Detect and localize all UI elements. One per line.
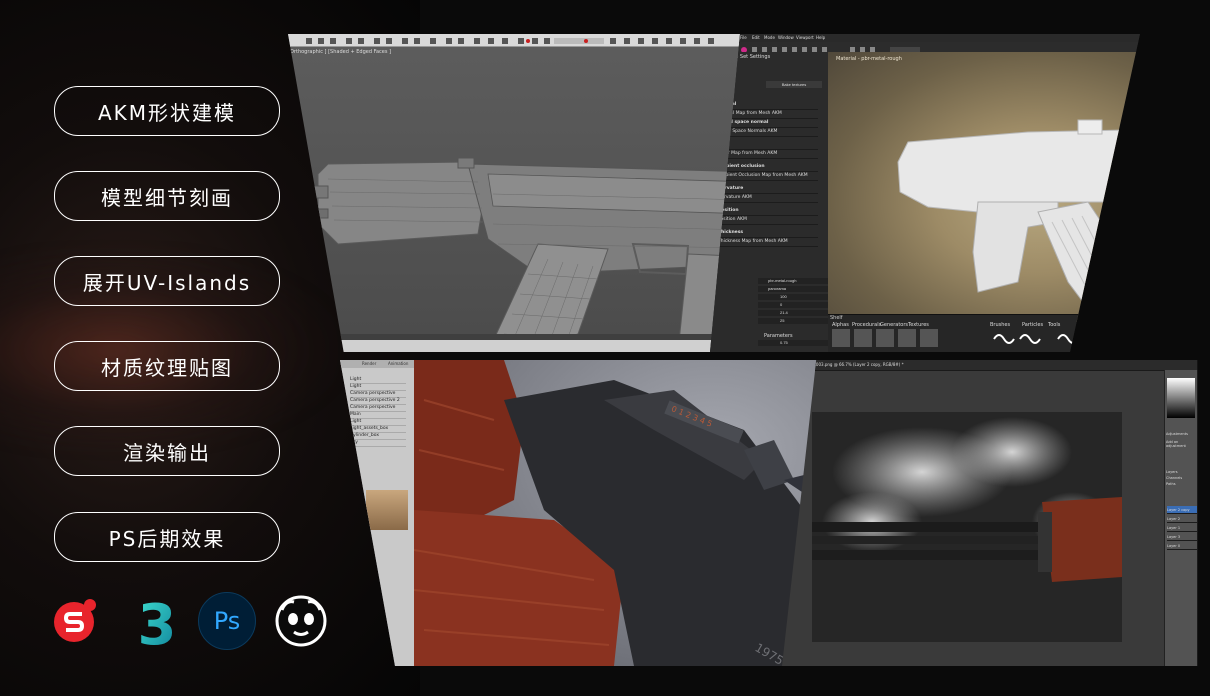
shelf-thumbnails bbox=[832, 329, 1140, 348]
menu-file[interactable]: File bbox=[740, 35, 747, 40]
shader-field[interactable]: pbr-metal-rough bbox=[758, 278, 832, 284]
tab-render[interactable]: Render bbox=[362, 361, 376, 366]
smoking-barrel-artwork bbox=[812, 412, 1122, 642]
ps-color-picker[interactable] bbox=[1167, 378, 1195, 418]
list-item: Color Map from Mesh AKM bbox=[718, 149, 818, 159]
menu-item-rendering[interactable]: 渲染输出 bbox=[54, 426, 280, 476]
layer-row[interactable]: Layer 3 bbox=[1167, 533, 1197, 541]
bake-textures-button[interactable]: Bake textures bbox=[766, 81, 822, 88]
akm-wireframe-model bbox=[288, 157, 752, 352]
modeling-screenshot: Orthographic ] [Shaded + Edged Faces ] bbox=[288, 34, 752, 352]
menu-item-uv-unwrap[interactable]: 展开UV-Islands bbox=[54, 256, 280, 306]
photoshop-screenshot: screenshot003.png @ 66.7% (Layer 2 copy,… bbox=[782, 360, 1198, 666]
ps-paths-tab[interactable]: Paths bbox=[1166, 482, 1176, 486]
menu-window[interactable]: Window bbox=[778, 35, 794, 40]
menu-viewport[interactable]: Viewport bbox=[796, 35, 814, 40]
ps-doc-tabs: screenshot003.png @ 66.7% (Layer 2 copy,… bbox=[782, 360, 1198, 371]
hdri-preview[interactable] bbox=[366, 490, 408, 530]
photoshop-icon: Ps bbox=[198, 592, 256, 650]
ps-channels-tab[interactable]: Channels bbox=[1166, 476, 1182, 480]
menu-edit[interactable]: Edit bbox=[752, 35, 760, 40]
layer-row[interactable]: Layer 1 bbox=[1167, 524, 1197, 532]
list-item: World Space Normals AKM bbox=[718, 127, 818, 137]
ps-layers-tab[interactable]: Layers bbox=[1166, 470, 1178, 474]
shelf-tab-smart-materials[interactable]: Smart materials bbox=[1162, 322, 1202, 328]
menu-item-detailing[interactable]: 模型细节刻画 bbox=[54, 171, 280, 221]
marmoset-toolbag-icon bbox=[275, 595, 327, 647]
list-item: Thickness Map from Mesh AKM bbox=[718, 237, 818, 247]
viewport-material-label: Material - pbr-metal-rough bbox=[836, 56, 902, 62]
menu-item-modeling[interactable]: AKM形状建模 bbox=[54, 86, 280, 136]
list-item: Ambient Occlusion Map from Mesh AKM bbox=[718, 171, 818, 181]
shelf-tab-materials[interactable]: Materials bbox=[1134, 322, 1140, 328]
layer-row[interactable]: Layer 2 copy bbox=[1167, 506, 1197, 514]
params-title: Parameters bbox=[764, 333, 793, 339]
render-view: 0 1 2 3 4 5 1975 bbox=[413, 360, 840, 666]
texturing-screenshot: File Edit Mode Window Viewport Help Text… bbox=[710, 34, 1202, 352]
menu-item-texturing[interactable]: 材质纹理贴图 bbox=[54, 341, 280, 391]
photoshop-icon-label: Ps bbox=[213, 607, 241, 635]
list-item: Position AKM bbox=[718, 215, 818, 225]
ps-canvas[interactable] bbox=[812, 412, 1122, 642]
list-item: Curvature AKM bbox=[718, 193, 818, 203]
painter-viewport[interactable]: Material - pbr-metal-rough bbox=[828, 52, 1140, 323]
layer-row[interactable]: Layer 2 bbox=[1167, 515, 1197, 523]
svg-text:3: 3 bbox=[138, 593, 177, 650]
shelf-panel: Shelf Alphas Procedurals Generators Text… bbox=[828, 314, 1202, 352]
akm-rear-sight-render: 0 1 2 3 4 5 1975 bbox=[413, 360, 824, 666]
akm-clay-model bbox=[897, 119, 1140, 323]
menu-mode[interactable]: Mode bbox=[764, 35, 775, 40]
substance-painter-icon bbox=[54, 599, 96, 642]
list-item[interactable]: Sky bbox=[350, 439, 406, 447]
render-screenshot: Render Animation Light Light Camera pers… bbox=[340, 360, 840, 666]
layer-row[interactable]: Layer 0 bbox=[1167, 542, 1197, 550]
tab-animation[interactable]: Animation bbox=[388, 361, 408, 366]
3ds-max-icon: 3 bbox=[138, 593, 177, 650]
ps-add-adjustment-label: Add an adjustment bbox=[1166, 440, 1186, 448]
param-field[interactable]: panorama bbox=[758, 286, 832, 292]
ps-adjustments-label: Adjustments bbox=[1166, 432, 1188, 436]
ps-right-panels: Adjustments Add an adjustment Layers Cha… bbox=[1164, 370, 1198, 666]
painter-toolbar bbox=[710, 42, 1140, 53]
menu-help[interactable]: Help bbox=[816, 35, 825, 40]
software-logos: 3 Ps bbox=[52, 592, 332, 652]
menu-item-postprocess[interactable]: PS后期效果 bbox=[54, 512, 280, 562]
